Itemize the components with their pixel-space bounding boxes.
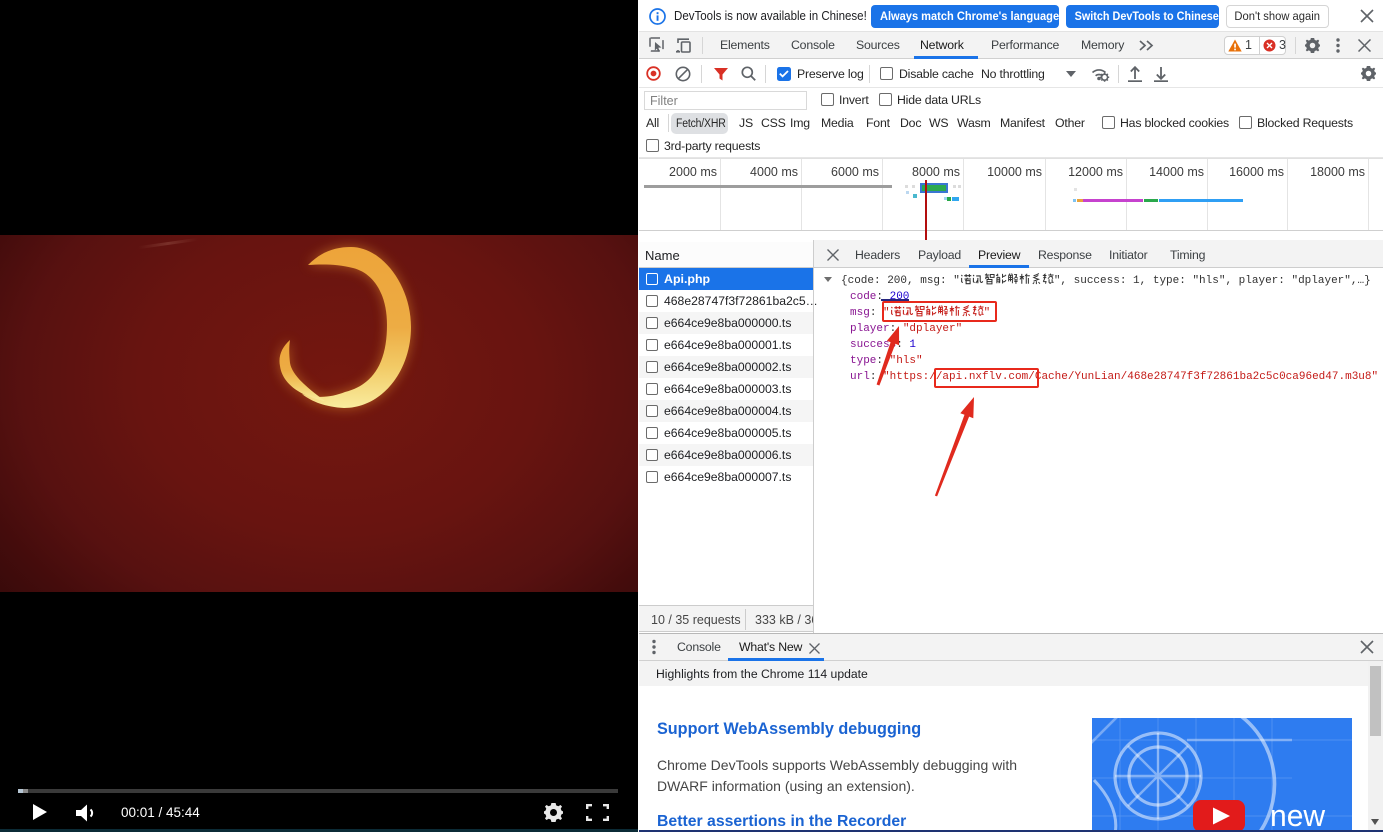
svg-text:new: new — [1270, 799, 1326, 832]
